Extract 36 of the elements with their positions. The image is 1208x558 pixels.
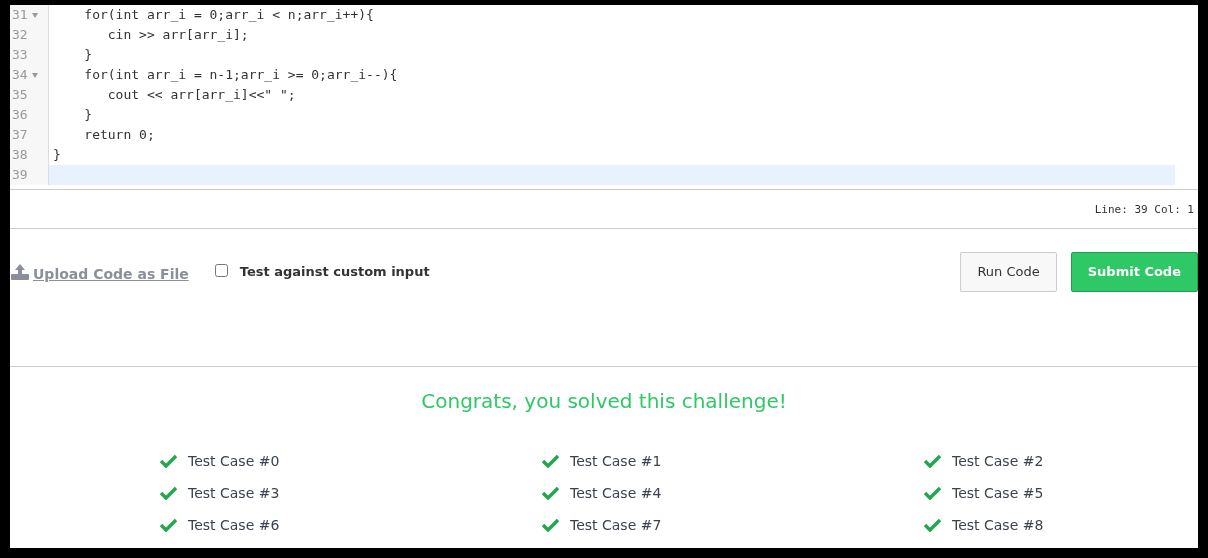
code-line: } — [83, 106, 94, 124]
line-number: 35 — [12, 86, 29, 104]
fold-arrow-icon[interactable] — [32, 12, 38, 18]
test-case-label: Test Case #3 — [188, 485, 280, 501]
line-number: 37 — [12, 126, 29, 144]
code-line: for(int arr_i = n-1;arr_i >= 0;arr_i--){ — [83, 66, 399, 84]
test-case-label: Test Case #5 — [952, 485, 1044, 501]
code-line: } — [83, 46, 94, 64]
cursor-position: Line: 39 Col: 1 — [1094, 202, 1194, 216]
code-line: return 0; — [83, 126, 156, 144]
test-case-label: Test Case #6 — [188, 517, 280, 533]
test-case-label: Test Case #1 — [570, 453, 662, 469]
line-number: 39 — [12, 166, 29, 184]
fold-arrow-icon[interactable] — [32, 72, 38, 78]
line-number: 38 — [12, 146, 29, 164]
upload-link[interactable]: Upload Code as File — [33, 265, 189, 282]
code-line: cin >> arr[arr_i]; — [106, 26, 250, 44]
checkbox[interactable] — [214, 264, 228, 277]
line-number: 33 — [12, 46, 29, 64]
checkbox-label: Test against custom input — [239, 264, 430, 279]
upload-icon[interactable] — [11, 263, 29, 280]
test-case-label: Test Case #7 — [570, 517, 662, 533]
line-number: 32 — [12, 26, 29, 44]
code-line: } — [52, 146, 62, 164]
run-button[interactable]: Run Code — [960, 251, 1057, 292]
test-case-label: Test Case #8 — [952, 517, 1044, 533]
test-case-label: Test Case #0 — [188, 453, 280, 469]
success-message: Congrats, you solved this challenge! — [420, 388, 788, 415]
test-case-label: Test Case #4 — [570, 485, 662, 501]
submit-button[interactable]: Submit Code — [1070, 251, 1198, 292]
line-number: 36 — [12, 106, 29, 124]
line-number: 31 — [12, 6, 29, 24]
code-line: cout << arr[arr_i]<<" "; — [106, 86, 297, 104]
code-line: for(int arr_i = 0;arr_i < n;arr_i++){ — [83, 6, 375, 24]
line-number: 34 — [12, 66, 29, 84]
test-case-label: Test Case #2 — [952, 453, 1044, 469]
